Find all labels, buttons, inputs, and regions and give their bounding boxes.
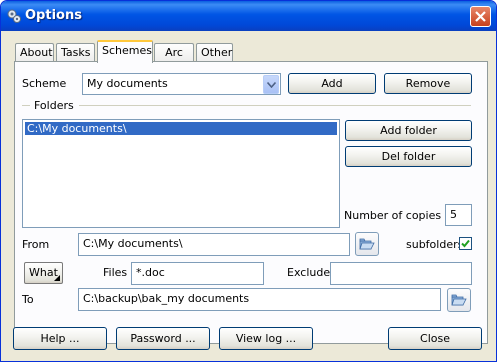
- add-folder-button[interactable]: Add folder: [345, 120, 472, 141]
- tab-tasks[interactable]: Tasks: [56, 43, 95, 63]
- files-input[interactable]: *.doc: [131, 262, 264, 285]
- tab-about[interactable]: About: [15, 43, 54, 63]
- subfolders-label: subfolders: [406, 238, 464, 251]
- scheme-dropdown[interactable]: My documents: [82, 73, 281, 95]
- folders-list-item[interactable]: C:\My documents\: [25, 122, 337, 135]
- from-input[interactable]: C:\My documents\: [78, 233, 350, 256]
- title-bar[interactable]: Options: [1, 1, 496, 31]
- folder-open-icon: [451, 294, 467, 306]
- view-log-button[interactable]: View log ...: [219, 327, 313, 350]
- chevron-down-icon: [267, 82, 276, 88]
- remove-scheme-button[interactable]: Remove: [384, 73, 472, 94]
- tab-other[interactable]: Other: [196, 43, 233, 63]
- corner-triangle-icon: [54, 275, 60, 281]
- folder-open-icon: [359, 238, 375, 250]
- copies-input[interactable]: 5: [445, 204, 472, 226]
- to-label: To: [22, 293, 34, 306]
- app-icon: [6, 8, 22, 24]
- copies-label: Number of copies: [344, 209, 442, 222]
- folders-group-line-right: [79, 105, 471, 106]
- folders-list[interactable]: C:\My documents\: [22, 119, 340, 228]
- from-label: From: [22, 238, 50, 251]
- files-label: Files: [103, 266, 128, 279]
- close-icon: [475, 11, 486, 22]
- checkmark-icon: [461, 239, 470, 248]
- del-folder-button[interactable]: Del folder: [345, 146, 472, 167]
- dropdown-arrow-button[interactable]: [263, 75, 279, 94]
- to-input[interactable]: C:\backup\bak_my documents: [78, 288, 441, 311]
- tab-schemes[interactable]: Schemes: [97, 40, 153, 63]
- folders-group-line-left: [22, 105, 30, 106]
- exclude-input[interactable]: [330, 262, 472, 285]
- scheme-value: My documents: [87, 77, 168, 90]
- subfolders-checkbox[interactable]: [459, 237, 472, 250]
- options-window: Options About Tasks Schemes Arc Other Sc…: [0, 0, 497, 362]
- to-browse-button[interactable]: [447, 288, 471, 312]
- tab-arc[interactable]: Arc: [154, 43, 194, 63]
- scheme-label: Scheme: [22, 77, 67, 90]
- folders-group-label: Folders: [34, 99, 74, 112]
- dialog-body: About Tasks Schemes Arc Other Scheme My …: [4, 31, 493, 358]
- help-button[interactable]: Help ...: [13, 327, 107, 350]
- add-scheme-button[interactable]: Add: [288, 73, 376, 94]
- window-title: Options: [25, 8, 82, 23]
- close-button[interactable]: Close: [388, 327, 482, 350]
- what-button[interactable]: What: [24, 262, 63, 284]
- exclude-label: Exclude: [287, 266, 331, 279]
- close-window-button[interactable]: [470, 6, 491, 27]
- from-browse-button[interactable]: [355, 232, 379, 256]
- password-button[interactable]: Password ...: [116, 327, 210, 350]
